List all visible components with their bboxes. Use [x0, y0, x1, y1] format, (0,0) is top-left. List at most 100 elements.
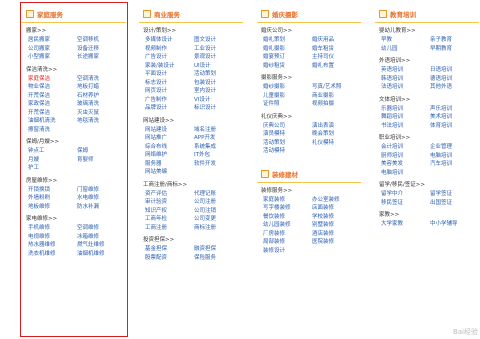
link-item[interactable]: 基金担保	[145, 245, 194, 254]
link-item[interactable]: 演员模特	[263, 130, 312, 139]
link-item[interactable]: 局部装修	[263, 238, 312, 247]
link-item[interactable]: 长途搬家	[77, 53, 126, 62]
link-item[interactable]: 标志设计	[145, 79, 194, 88]
column-header[interactable]: 家庭服务	[22, 6, 126, 23]
link-item[interactable]	[312, 147, 361, 156]
link-item[interactable]: 公司注册	[194, 198, 243, 207]
link-item[interactable]: 空调清洗	[77, 75, 126, 84]
section-title[interactable]: 留学/移民/签证>>	[375, 181, 479, 190]
link-item[interactable]: 室内设计	[194, 87, 243, 96]
link-item[interactable]: 法语培训	[381, 83, 430, 92]
link-item[interactable]: APP开发	[194, 134, 243, 143]
link-item[interactable]: 玻璃清洗	[77, 100, 126, 109]
link-item[interactable]: 服务器	[145, 160, 194, 169]
link-item[interactable]: 地板维修	[28, 203, 77, 212]
link-item[interactable]: 燃气灶维修	[77, 241, 126, 250]
section-title[interactable]: 礼仪庆典>>	[257, 113, 361, 122]
link-item[interactable]: 演出表演	[312, 122, 361, 131]
link-item[interactable]: 标识设计	[194, 104, 243, 113]
section-title[interactable]: 职业培训>>	[375, 134, 479, 143]
link-item[interactable]: 汽车培训	[430, 160, 479, 169]
link-item-highlighted[interactable]: 家庭保洁	[28, 75, 77, 84]
link-item[interactable]: 企业管理	[430, 143, 479, 152]
link-item[interactable]: 儿童摄影	[263, 92, 312, 101]
link-item[interactable]: 婚宴预订	[263, 53, 312, 62]
link-item[interactable]: 会计培训	[381, 143, 430, 152]
link-item[interactable]	[77, 126, 126, 135]
link-item[interactable]: 家政保洁	[28, 100, 77, 109]
link-item[interactable]: 幼儿园装修	[263, 221, 312, 230]
link-item[interactable]: 开锁换锁	[28, 186, 77, 195]
column-header[interactable]: 商业服务	[139, 6, 243, 23]
link-item[interactable]: 大学家教	[381, 220, 430, 229]
link-item[interactable]: IT外包	[194, 151, 243, 160]
link-item[interactable]: 股票配资	[145, 254, 194, 263]
link-item[interactable]: 石材养护	[77, 92, 126, 101]
link-item[interactable]: 厨师培训	[381, 152, 430, 161]
column-header[interactable]: 婚庆摄影	[257, 6, 361, 23]
link-item[interactable]: 网络维护	[145, 151, 194, 160]
link-item[interactable]: 公司搬家	[28, 45, 77, 54]
link-item[interactable]: 软件开发	[194, 160, 243, 169]
section-title[interactable]: 保姆/月嫂>>	[22, 138, 126, 147]
link-item[interactable]: 包装设计	[194, 79, 243, 88]
link-item[interactable]: 水电维修	[77, 194, 126, 203]
section-title[interactable]: 网站建设>>	[139, 117, 243, 126]
link-item[interactable]	[312, 247, 361, 256]
section-title[interactable]: 外语培训>>	[375, 57, 479, 66]
link-item[interactable]: 品牌设计	[145, 104, 194, 113]
section-title[interactable]: 投资担保>>	[139, 236, 243, 245]
link-item[interactable]	[194, 168, 243, 177]
link-item[interactable]	[430, 169, 479, 178]
section-title[interactable]: 文体培训>>	[375, 96, 479, 105]
link-item[interactable]: 地毯清洗	[77, 117, 126, 126]
link-item[interactable]: 早教	[381, 36, 430, 45]
link-item[interactable]: 开荒保洁	[28, 109, 77, 118]
link-item[interactable]: 电脑培训	[430, 152, 479, 161]
link-item[interactable]: 工业设计	[194, 45, 243, 54]
link-item[interactable]: 小型搬家	[28, 53, 77, 62]
link-item[interactable]: 婚礼摄影	[263, 45, 312, 54]
link-item[interactable]: 手机维修	[28, 224, 77, 233]
link-item[interactable]: 中小学辅导	[430, 220, 479, 229]
link-item[interactable]: 工商年检	[145, 215, 194, 224]
link-item[interactable]: 活动策划	[263, 139, 312, 148]
link-item[interactable]: 婚车租赁	[312, 45, 361, 54]
link-item[interactable]: 商业摄影	[312, 92, 361, 101]
link-item[interactable]: 餐饮装修	[263, 213, 312, 222]
link-item[interactable]: 开荒保洁	[28, 92, 77, 101]
link-item[interactable]: 亲子教育	[430, 36, 479, 45]
column-header[interactable]: 教育培训	[375, 6, 479, 23]
link-item[interactable]: 家庭装修	[263, 196, 312, 205]
link-item[interactable]: 门窗维修	[77, 186, 126, 195]
link-item[interactable]: 油烟机清洗	[28, 117, 77, 126]
link-item[interactable]: 商标注册	[194, 224, 243, 233]
section-title[interactable]: 工商注册/商标>>	[139, 181, 243, 190]
link-item[interactable]: 空调移机	[77, 36, 126, 45]
link-item[interactable]: 广告制作	[145, 96, 194, 105]
link-item[interactable]: 出国签证	[430, 199, 479, 208]
link-item[interactable]: 视频拍摄	[312, 100, 361, 109]
section-title[interactable]: 家电维修>>	[22, 215, 126, 224]
link-item[interactable]: 融资担保	[194, 245, 243, 254]
link-item[interactable]: 域名注册	[194, 126, 243, 135]
link-item[interactable]: 综合布线	[145, 143, 194, 152]
link-item[interactable]: 学校装修	[312, 213, 361, 222]
link-item[interactable]: 声乐培训	[430, 105, 479, 114]
link-item[interactable]: 办公室装修	[312, 196, 361, 205]
link-item[interactable]: 移民签证	[381, 199, 430, 208]
link-item[interactable]: 公司变更	[194, 215, 243, 224]
link-item[interactable]: 工商注册	[145, 224, 194, 233]
link-item[interactable]: 冰箱维修	[77, 233, 126, 242]
section-title[interactable]: 搬家>>	[22, 27, 126, 36]
link-item[interactable]: 视频制作	[145, 45, 194, 54]
link-item[interactable]: 主持司仪	[312, 53, 361, 62]
link-item[interactable]: 证件照	[263, 100, 312, 109]
link-item[interactable]: 地板打蜡	[77, 83, 126, 92]
link-item[interactable]: 资产评估	[145, 190, 194, 199]
link-item[interactable]: 英语培训	[381, 66, 430, 75]
link-item[interactable]: 写字楼装修	[263, 204, 312, 213]
section-title[interactable]: 家教>>	[375, 211, 479, 220]
link-item[interactable]: 活动策划	[194, 70, 243, 79]
link-item[interactable]: 礼仪模特	[312, 139, 361, 148]
